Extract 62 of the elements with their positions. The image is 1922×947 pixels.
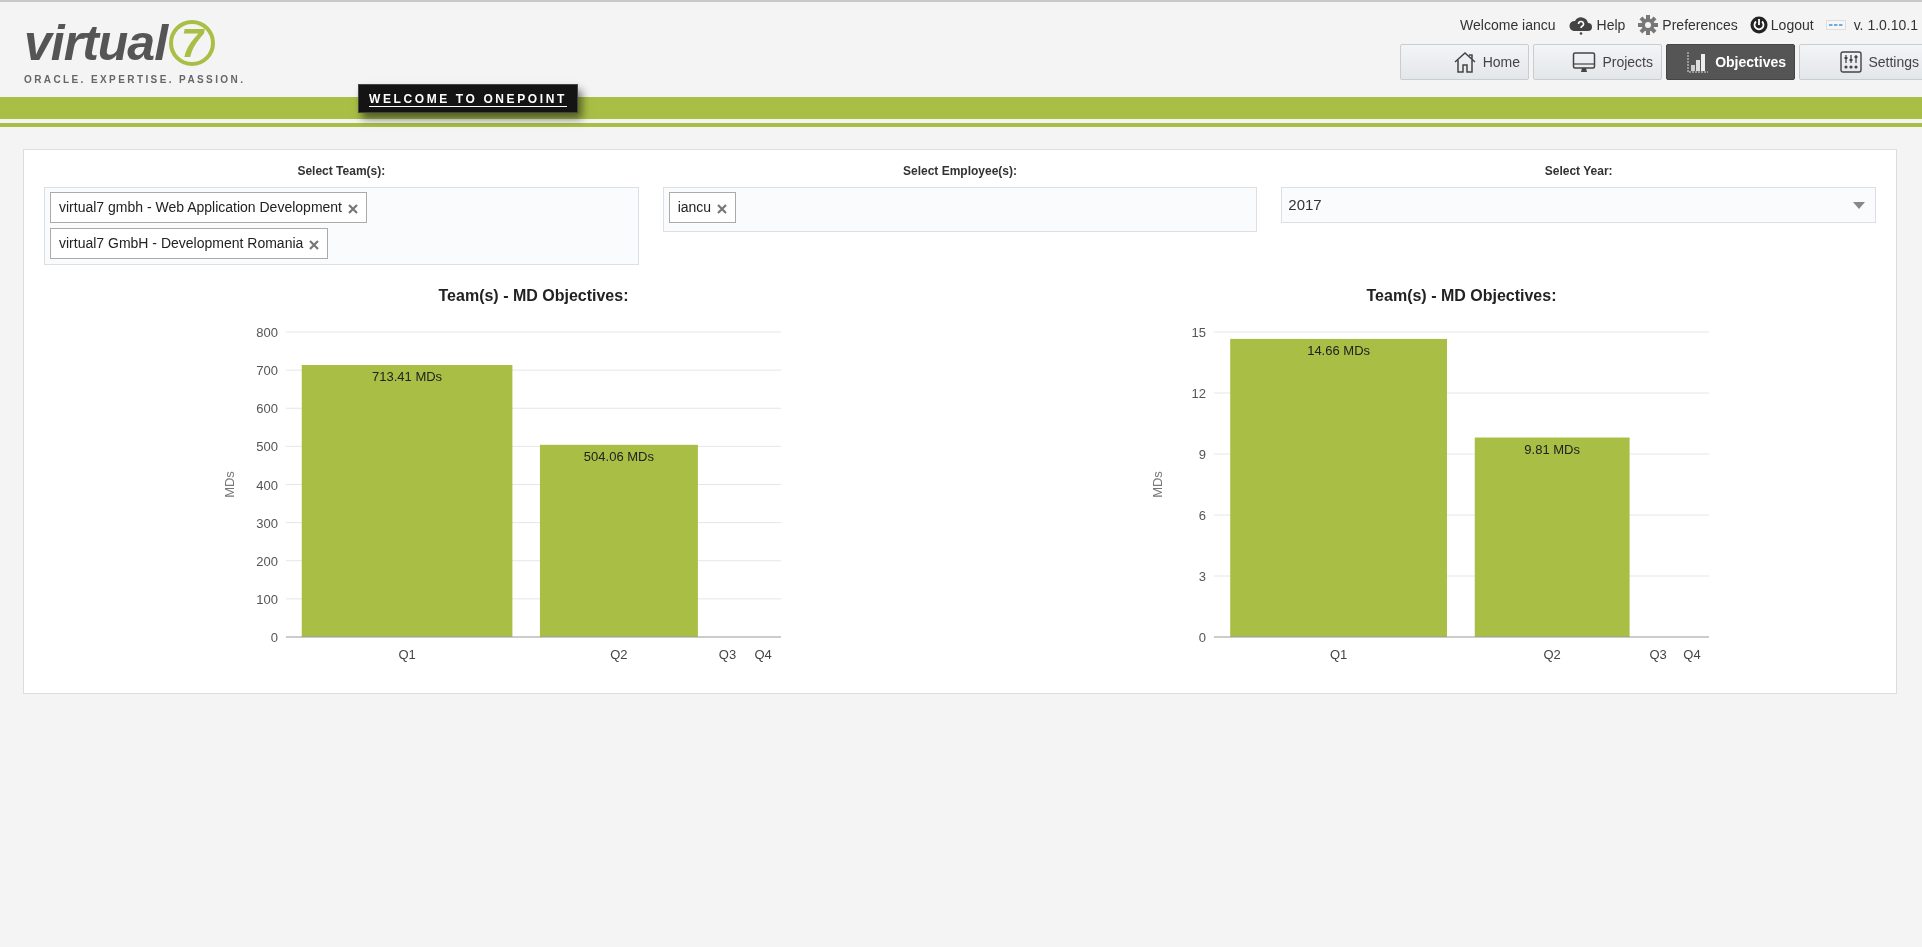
x-tick-label: Q4 (1683, 647, 1701, 662)
sliders-icon (1840, 51, 1863, 73)
x-tick-label: Q1 (398, 647, 416, 662)
x-tick-label: Q2 (610, 647, 628, 662)
filter-label: Select Year: (1543, 163, 1614, 180)
nav-tab[interactable]: Projects (1533, 44, 1662, 80)
monitor-icon (1572, 51, 1597, 73)
y-tick-label: 700 (256, 363, 278, 379)
help-icon (1567, 14, 1594, 36)
power-icon (1749, 16, 1768, 34)
bar-value-label: 504.06 MDs (583, 448, 654, 464)
bar-chart-icon (1687, 51, 1710, 73)
dashed-bar-icon (1825, 20, 1846, 30)
top-link[interactable]: Logout (1749, 14, 1814, 36)
chart-title: Team(s) - MD Objectives: (438, 287, 629, 304)
y-axis-label: MDs (222, 471, 237, 498)
selected-tag[interactable]: virtual7 gmbh - Web Application Development (50, 192, 367, 223)
filter-label: Select Team(s): (296, 163, 387, 180)
nav-tab[interactable]: Settings (1799, 44, 1922, 80)
gear-icon (1637, 14, 1660, 36)
logo-wordmark: virtual (24, 18, 170, 68)
y-tick-label: 400 (256, 477, 278, 493)
y-tick-label: 200 (256, 553, 278, 569)
y-tick-label: 0 (1198, 630, 1206, 645)
y-tick-label: 6 (1198, 508, 1206, 523)
version-text: v. 1.0.10.1 (1853, 15, 1918, 35)
y-tick-label: 15 (1191, 325, 1206, 340)
bar-value-label: 9.81 MDs (1524, 441, 1580, 457)
y-tick-label: 0 (270, 630, 278, 645)
bar-value-label: 713.41 MDs (372, 369, 443, 384)
y-tick-label: 12 (1191, 386, 1206, 401)
y-tick-label: 3 (1198, 569, 1206, 584)
multi-select-field[interactable]: iancu (662, 187, 1258, 232)
y-tick-label: 500 (256, 439, 278, 455)
welcome-text: Welcome iancu (1460, 15, 1556, 35)
nav-tab[interactable]: Home (1400, 44, 1529, 80)
x-tick-label: Q3 (1649, 647, 1667, 662)
nav-tab[interactable]: Objectives (1666, 44, 1795, 80)
dropdown-caret-icon (1852, 201, 1865, 209)
welcome-banner: WELCOME TO ONEPOINT (358, 84, 578, 113)
y-tick-label: 9 (1198, 447, 1206, 462)
y-axis-label: MDs (1150, 471, 1165, 498)
selected-tag[interactable]: virtual7 GmbH - Development Romania (50, 228, 329, 259)
y-tick-label: 300 (256, 515, 278, 531)
top-link[interactable]: Preferences (1637, 14, 1738, 36)
y-tick-label: 600 (256, 401, 278, 417)
top-link[interactable]: Help (1567, 14, 1626, 36)
multi-select-field[interactable]: virtual7 gmbh - Web Application Development virtual7 GmbH - Development Romania (44, 187, 639, 265)
y-tick-label: 800 (256, 325, 278, 340)
bar-value-label: 14.66 MDs (1307, 342, 1371, 358)
y-tick-label: 100 (256, 591, 278, 607)
chart-title: Team(s) - MD Objectives: (1366, 287, 1557, 304)
selected-tag[interactable]: iancu (668, 192, 737, 223)
x-tick-label: Q2 (1543, 647, 1561, 662)
year-select[interactable]: 2017 (1281, 187, 1876, 223)
filter-label: Select Employee(s): (901, 163, 1018, 180)
logo-mark: 7 (169, 20, 216, 66)
x-tick-label: Q1 (1329, 647, 1348, 662)
x-tick-label: Q3 (718, 647, 737, 662)
home-icon (1452, 50, 1477, 74)
logo-tagline: ORACLE. EXPERTISE. PASSION. (24, 73, 246, 87)
x-tick-label: Q4 (754, 647, 772, 662)
